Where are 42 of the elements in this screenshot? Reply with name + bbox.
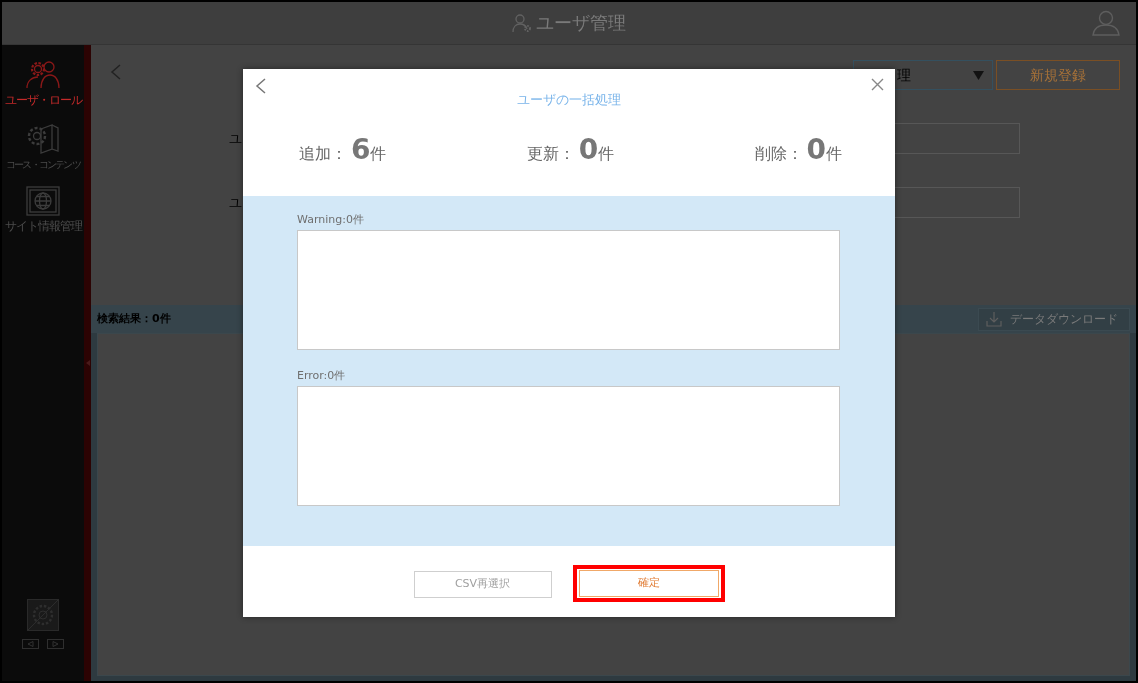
globe-icon (26, 186, 60, 216)
stat-count: 0 (578, 134, 599, 166)
stat-unit: 件 (370, 144, 387, 165)
triangle-left-icon (27, 641, 34, 647)
dialog-title: ユーザの一括処理 (516, 92, 621, 108)
stat-label: 追加： (299, 143, 347, 165)
log-label: Error:0件 (297, 369, 347, 383)
download-icon (986, 311, 1002, 327)
chevron-left-icon (110, 64, 121, 80)
sidebar-item[interactable]: ユーザ・ロール (2, 58, 84, 107)
stat-count: 0 (806, 134, 826, 166)
stat-unit: 件 (826, 144, 842, 165)
input-field[interactable] (894, 123, 1020, 154)
page-title: ユーザ管理 (536, 12, 626, 34)
input-field[interactable] (894, 187, 1020, 218)
close-button[interactable] (871, 78, 884, 91)
stat-unit: 件 (598, 144, 615, 165)
reselect-button[interactable]: CSV再選択 (413, 571, 552, 598)
field-label: ユ (229, 193, 242, 212)
gear-book-icon (26, 122, 60, 154)
log-field[interactable] (297, 386, 840, 506)
prev-button[interactable] (22, 639, 39, 649)
gear-tile-icon (27, 599, 59, 631)
stat-count: 6 (351, 134, 371, 166)
log-field[interactable] (297, 230, 840, 350)
people-icon (26, 58, 60, 90)
next-button[interactable] (47, 639, 64, 649)
caret-icon (973, 70, 984, 80)
confirm-button[interactable]: 確定 (578, 570, 719, 597)
back-button[interactable] (255, 78, 266, 94)
collapse-arrow-icon[interactable] (85, 360, 90, 366)
person-icon[interactable] (1092, 10, 1120, 36)
triangle-right-icon (52, 641, 59, 647)
stat-label: 削除： (754, 143, 803, 165)
user-gear-icon (512, 13, 532, 33)
field-label: ユ (229, 129, 242, 148)
log-label: Warning:0件 (297, 213, 365, 227)
results-count: 検索結果：0件 (97, 310, 171, 327)
close-icon (871, 78, 884, 91)
new-button[interactable]: 新規登録 (996, 60, 1120, 90)
stat-label: 更新： (526, 143, 575, 165)
chevron-left-icon (255, 78, 266, 94)
